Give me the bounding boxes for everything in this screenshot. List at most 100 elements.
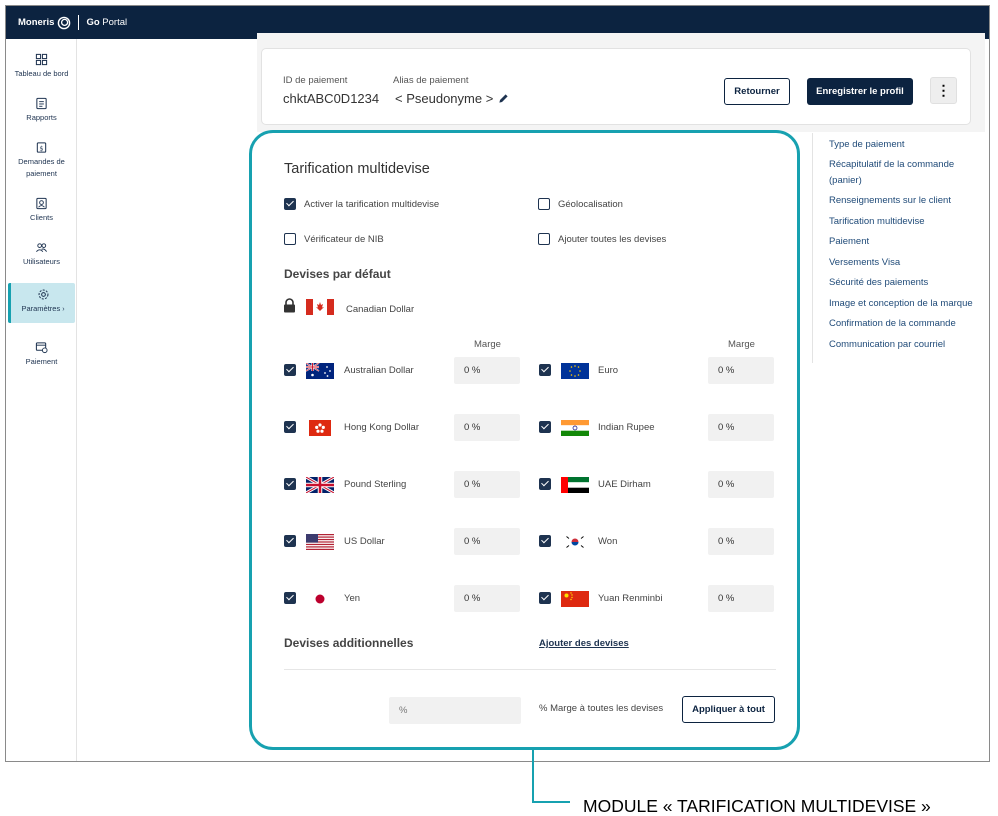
- lock-icon: [284, 298, 295, 313]
- brand-separator: [78, 15, 80, 30]
- callout-caption: MODULE « TARIFICATION MULTIDEVISE »: [583, 796, 931, 816]
- brand-logo: Moneris Go Portal: [18, 15, 127, 30]
- sidebar-item-reports[interactable]: Rapports: [6, 97, 77, 124]
- all-currencies-margin-label: % Marge à toutes les devises: [539, 703, 664, 714]
- moneris-swirl-icon: [58, 16, 71, 29]
- sidebar: Tableau de bord Rapports $ Demandes de p…: [6, 39, 77, 761]
- margin-input-usd[interactable]: 0 %: [454, 528, 520, 555]
- currency-checkbox-aed[interactable]: [539, 478, 551, 490]
- back-button[interactable]: Retourner: [724, 78, 790, 105]
- apply-all-button[interactable]: Appliquer à tout: [682, 696, 775, 723]
- margin-input-cny[interactable]: 0 %: [708, 585, 774, 612]
- payment-id-label: ID de paiement: [283, 75, 348, 86]
- toc-item[interactable]: Confirmation de la commande: [829, 316, 979, 332]
- add-all-currencies-label: Ajouter toutes les devises: [558, 234, 667, 245]
- uae-flag-icon: [561, 477, 589, 493]
- sidebar-item-label: Paiement: [25, 357, 58, 366]
- toc-item[interactable]: Renseignements sur le client: [829, 193, 979, 209]
- toc-item[interactable]: Type de paiement: [829, 137, 979, 153]
- currency-checkbox-krw[interactable]: [539, 535, 551, 547]
- margin-header-right: Marge: [728, 339, 755, 350]
- india-flag-icon: [561, 420, 589, 436]
- payment-icon: [35, 342, 48, 354]
- currency-checkbox-jpy[interactable]: [284, 592, 296, 604]
- geolocation-checkbox[interactable]: [538, 198, 550, 210]
- toc-item[interactable]: Versements Visa: [829, 255, 979, 271]
- margin-input-krw[interactable]: 0 %: [708, 528, 774, 555]
- margin-input-eur[interactable]: 0 %: [708, 357, 774, 384]
- sidebar-item-clients[interactable]: Clients: [6, 197, 77, 224]
- gear-icon: [38, 289, 48, 300]
- currency-checkbox-aud[interactable]: [284, 364, 296, 376]
- additional-currencies-title: Devises additionnelles: [284, 636, 414, 650]
- currency-checkbox-usd[interactable]: [284, 535, 296, 547]
- currency-checkbox-hkd[interactable]: [284, 421, 296, 433]
- currency-label-jpy: Yen: [344, 593, 361, 604]
- toc-item[interactable]: Tarification multidevise: [829, 214, 979, 230]
- sidebar-item-settings[interactable]: Paramètres ›: [8, 283, 75, 323]
- margin-input-hkd[interactable]: 0 %: [454, 414, 520, 441]
- currency-label-usd: US Dollar: [344, 536, 385, 547]
- currency-checkbox-eur[interactable]: [539, 364, 551, 376]
- payment-alias-field[interactable]: < Pseudonyme >: [395, 91, 509, 106]
- margin-input-gbp[interactable]: 0 %: [454, 471, 520, 498]
- payment-alias-value: < Pseudonyme >: [395, 91, 494, 106]
- payment-requests-icon: $: [36, 142, 47, 153]
- us-flag-icon: [306, 534, 334, 550]
- china-flag-icon: [561, 591, 589, 607]
- sidebar-item-users[interactable]: Utilisateurs: [6, 241, 77, 268]
- all-currencies-margin-input[interactable]: %: [389, 697, 521, 724]
- enable-multicurrency-checkbox[interactable]: [284, 198, 296, 210]
- currency-checkbox-gbp[interactable]: [284, 478, 296, 490]
- brand-name: Moneris: [18, 17, 55, 28]
- margin-input-inr[interactable]: 0 %: [708, 414, 774, 441]
- bin-checker-label: Vérificateur de NIB: [304, 234, 384, 245]
- users-icon: [36, 243, 48, 252]
- currency-label-eur: Euro: [598, 365, 619, 376]
- enable-multicurrency-label: Activer la tarification multidevise: [304, 199, 440, 210]
- canadian-dollar-label: Canadian Dollar: [346, 304, 415, 315]
- sidebar-item-dashboard[interactable]: Tableau de bord: [6, 53, 77, 80]
- margin-input-jpy[interactable]: 0 %: [454, 585, 520, 612]
- add-all-currencies-checkbox[interactable]: [538, 233, 550, 245]
- currency-label-inr: Indian Rupee: [598, 422, 655, 433]
- chevron-right-icon: ›: [62, 306, 65, 313]
- module-title: Tarification multidevise: [284, 161, 430, 177]
- currency-checkbox-inr[interactable]: [539, 421, 551, 433]
- dashboard-icon: [35, 53, 48, 66]
- eu-flag-icon: [561, 363, 589, 379]
- save-profile-button[interactable]: Enregistrer le profil: [807, 78, 913, 105]
- bin-checker-checkbox[interactable]: [284, 233, 296, 245]
- svg-text:$: $: [39, 144, 43, 152]
- currency-label-hkd: Hong Kong Dollar: [344, 422, 419, 433]
- toc-item[interactable]: Récapitulatif de la commande (panier): [829, 157, 979, 189]
- callout-connector: [532, 750, 534, 803]
- reports-icon: [36, 97, 47, 110]
- sidebar-item-payment-requests[interactable]: $ Demandes de paiement: [6, 141, 77, 179]
- toc-item[interactable]: Image et conception de la marque: [829, 296, 989, 312]
- section-nav: Type de paiement Récapitulatif de la com…: [812, 133, 977, 363]
- sidebar-item-label: Paramètres ›: [21, 304, 65, 313]
- currency-checkbox-cny[interactable]: [539, 592, 551, 604]
- currency-label-aed: UAE Dirham: [598, 479, 651, 490]
- hong-kong-flag-icon: [309, 420, 331, 436]
- margin-input-aed[interactable]: 0 %: [708, 471, 774, 498]
- geolocation-label: Géolocalisation: [558, 199, 623, 210]
- sidebar-item-payment[interactable]: Paiement: [6, 341, 77, 368]
- toc-item[interactable]: Communication par courriel: [829, 337, 979, 353]
- uk-flag-icon: [306, 477, 334, 493]
- canada-flag-icon: [306, 299, 334, 315]
- more-options-button[interactable]: ⋮: [930, 77, 957, 104]
- payment-header-card: ID de paiement chktABC0D1234 Alias de pa…: [261, 48, 971, 125]
- default-currencies-title: Devises par défaut: [284, 267, 391, 281]
- currency-label-krw: Won: [598, 536, 618, 547]
- toc-item[interactable]: Sécurité des paiements: [829, 275, 979, 291]
- portal-name: Go Portal: [86, 17, 128, 28]
- margin-header-left: Marge: [474, 339, 501, 350]
- pencil-icon[interactable]: [498, 93, 509, 104]
- callout-connector: [532, 801, 570, 803]
- currency-label-aud: Australian Dollar: [344, 365, 414, 376]
- add-currencies-link[interactable]: Ajouter des devises: [539, 638, 629, 649]
- margin-input-aud[interactable]: 0 %: [454, 357, 520, 384]
- toc-item[interactable]: Paiement: [829, 234, 979, 250]
